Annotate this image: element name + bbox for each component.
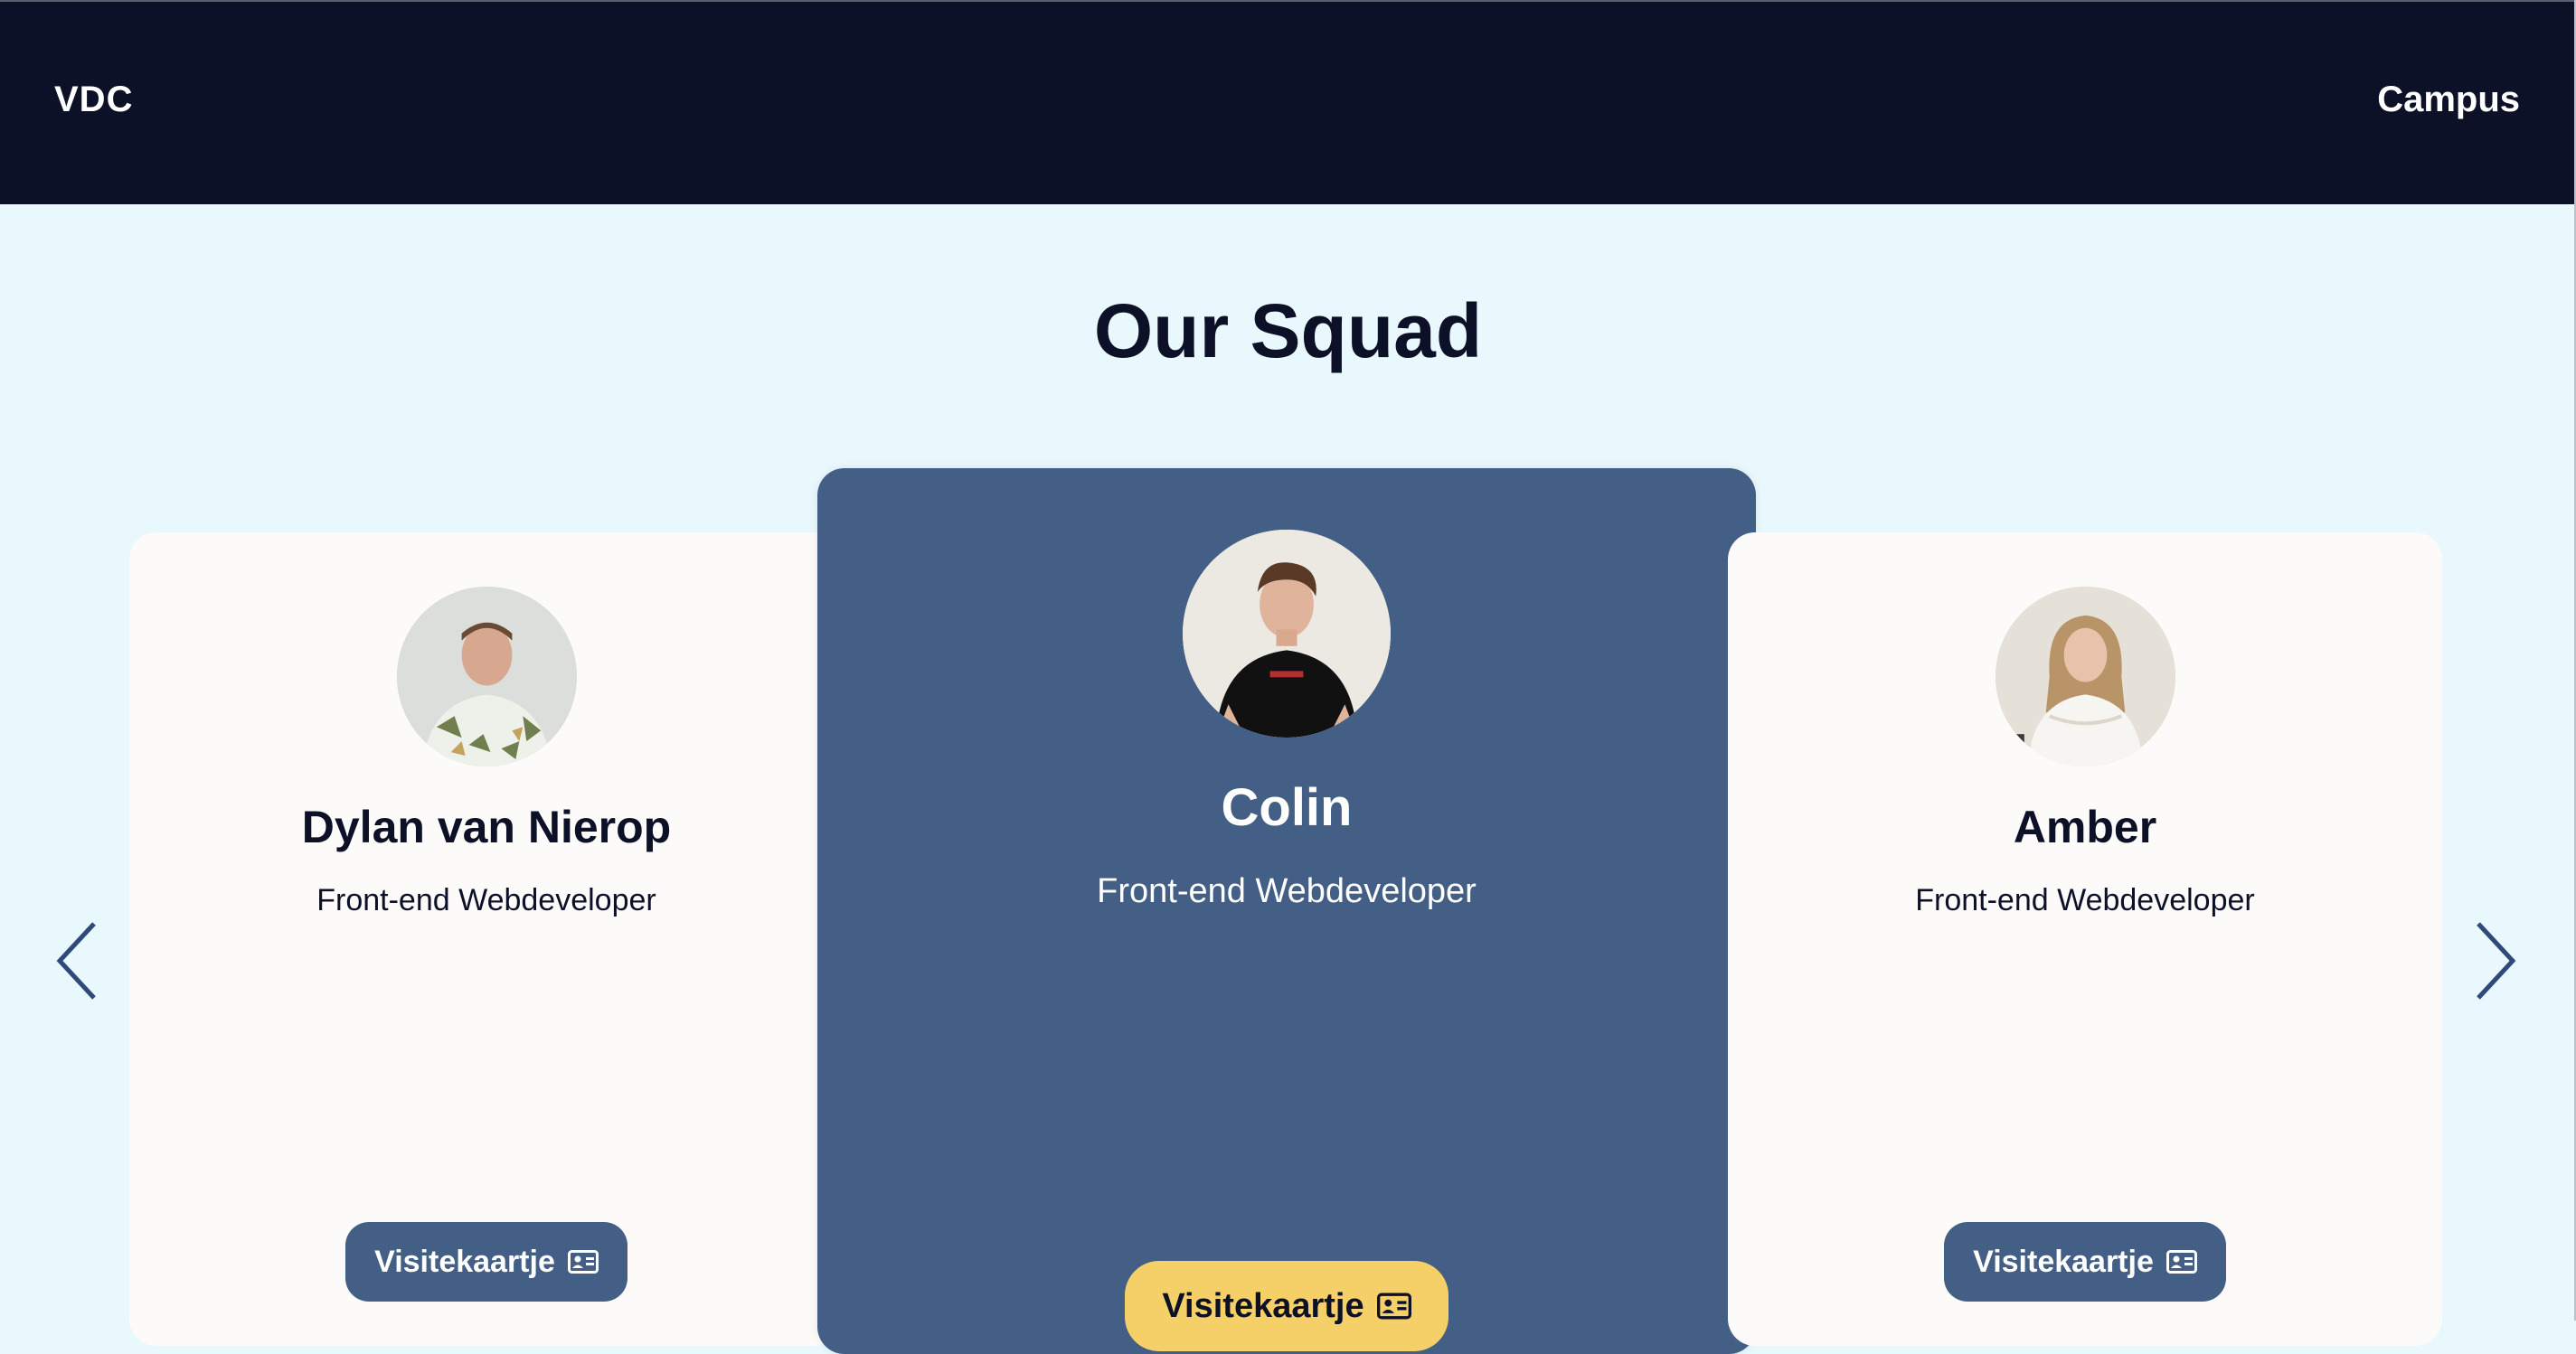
member-card: Amber Front-end Webdeveloper Visitekaart… bbox=[1728, 532, 2442, 1346]
chevron-right-icon bbox=[2477, 922, 2516, 1000]
navbar: VDC Campus bbox=[0, 2, 2576, 204]
member-name: Dylan van Nierop bbox=[301, 802, 672, 852]
member-role: Front-end Webdeveloper bbox=[316, 883, 656, 917]
carousel-prev-button[interactable] bbox=[54, 920, 99, 1001]
business-card-button[interactable]: Visitekaartje bbox=[1125, 1261, 1448, 1351]
id-card-icon bbox=[1376, 1293, 1411, 1320]
id-card-icon bbox=[567, 1250, 599, 1274]
page-title: Our Squad bbox=[1093, 288, 1483, 373]
button-label: Visitekaartje bbox=[1162, 1286, 1364, 1325]
member-name: Amber bbox=[2013, 802, 2157, 852]
chevron-left-icon bbox=[56, 922, 96, 1000]
avatar-photo bbox=[1183, 530, 1391, 738]
business-card-button[interactable]: Visitekaartje bbox=[345, 1222, 627, 1302]
avatar-photo bbox=[397, 587, 577, 766]
avatar-photo bbox=[1996, 587, 2175, 766]
brand-logo[interactable]: VDC bbox=[54, 80, 133, 120]
nav-link-campus[interactable]: Campus bbox=[2377, 80, 2520, 120]
member-name: Colin bbox=[1221, 778, 1353, 837]
carousel-next-button[interactable] bbox=[2473, 920, 2518, 1001]
avatar bbox=[397, 587, 577, 766]
avatar bbox=[1996, 587, 2175, 766]
button-label: Visitekaartje bbox=[374, 1244, 555, 1279]
member-card-active: Colin Front-end Webdeveloper Visitekaart… bbox=[817, 468, 1756, 1354]
member-role: Front-end Webdeveloper bbox=[1915, 883, 2255, 917]
id-card-icon bbox=[2166, 1250, 2197, 1274]
member-role: Front-end Webdeveloper bbox=[1097, 872, 1477, 910]
button-label: Visitekaartje bbox=[1973, 1244, 2154, 1279]
avatar bbox=[1183, 530, 1391, 738]
business-card-button[interactable]: Visitekaartje bbox=[1944, 1222, 2226, 1302]
member-card: Dylan van Nierop Front-end Webdeveloper … bbox=[129, 532, 844, 1346]
